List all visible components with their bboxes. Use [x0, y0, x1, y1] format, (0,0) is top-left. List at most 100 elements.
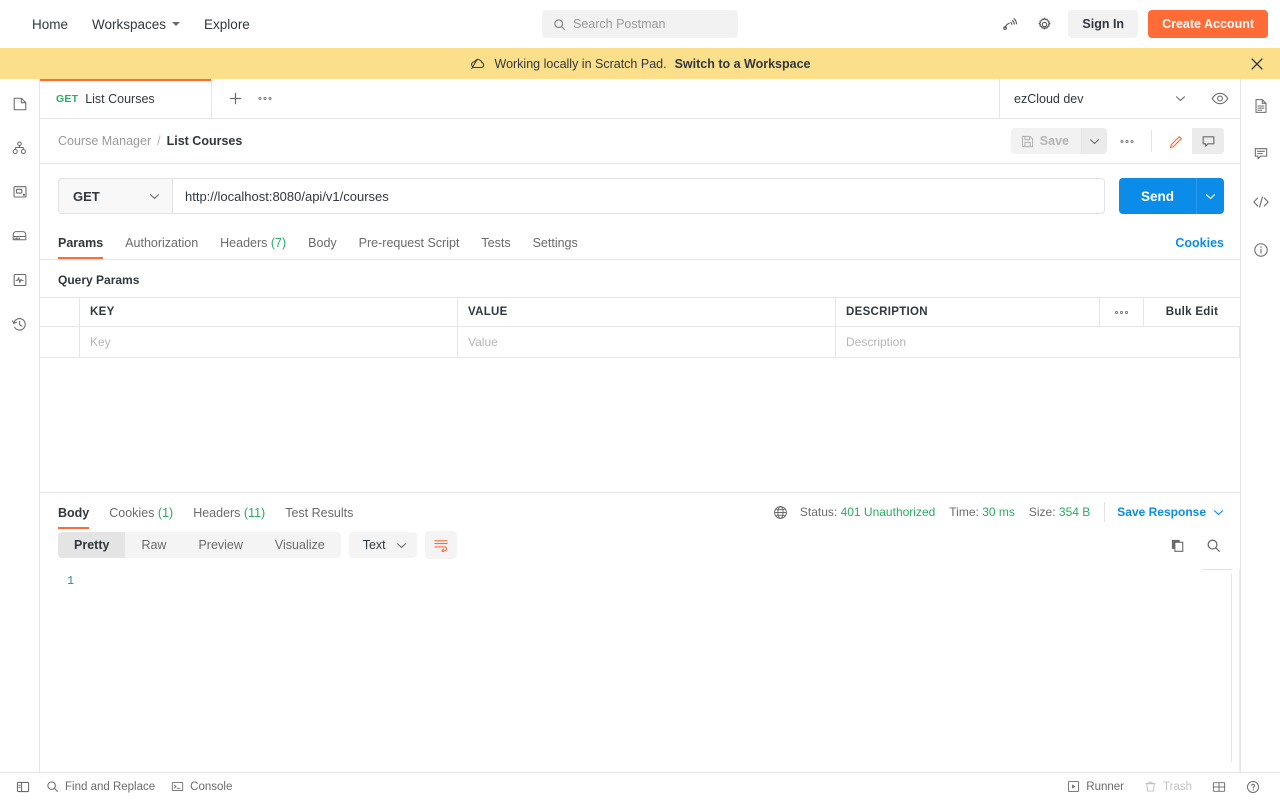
row-checkbox-cell[interactable] — [40, 327, 80, 357]
collections-icon[interactable] — [5, 89, 35, 119]
request-more-options-icon[interactable] — [1111, 127, 1143, 155]
format-visualize-button[interactable]: Visualize — [259, 532, 341, 558]
environment-quick-look-icon[interactable] — [1200, 79, 1240, 118]
format-raw-button[interactable]: Raw — [125, 532, 182, 558]
request-tab-list-courses[interactable]: GET List Courses — [40, 79, 212, 118]
request-url-input[interactable] — [185, 188, 1092, 204]
global-search[interactable] — [542, 10, 738, 38]
response-tab-headers[interactable]: Headers (11) — [193, 496, 265, 529]
chevron-down-icon — [149, 193, 160, 199]
nav-item-explore[interactable]: Explore — [192, 11, 262, 38]
params-more-options-icon[interactable] — [1100, 298, 1144, 326]
bulk-edit-button[interactable]: Bulk Edit — [1144, 298, 1240, 326]
create-account-button[interactable]: Create Account — [1148, 10, 1268, 38]
breadcrumb-row: Course Manager / List Courses Save — [40, 119, 1240, 164]
request-url-field[interactable] — [172, 178, 1105, 214]
comments-icon[interactable] — [1246, 139, 1276, 169]
mock-servers-icon[interactable] — [5, 221, 35, 251]
tab-params[interactable]: Params — [58, 227, 104, 259]
question-mark-icon — [1246, 780, 1260, 794]
send-options-caret[interactable] — [1196, 178, 1224, 214]
invite-icon[interactable] — [996, 10, 1024, 38]
tab-pre-request-script[interactable]: Pre-request Script — [359, 227, 460, 259]
runner-button[interactable]: Runner — [1059, 777, 1132, 796]
nav-item-workspaces[interactable]: Workspaces — [80, 11, 192, 38]
copy-icon[interactable] — [1166, 534, 1188, 556]
chevron-down-icon — [1089, 138, 1100, 144]
line-number-gutter: 1 — [40, 569, 82, 772]
tab-headers-count: (7) — [270, 235, 287, 250]
response-tab-body-label: Body — [58, 505, 90, 520]
row-key-cell[interactable]: Key — [80, 327, 458, 357]
history-icon[interactable] — [5, 309, 35, 339]
tab-params-label: Params — [58, 235, 104, 250]
save-response-button[interactable]: Save Response — [1117, 505, 1224, 519]
nav-item-home[interactable]: Home — [20, 11, 80, 38]
toolbar-divider — [1151, 130, 1152, 152]
console-button[interactable]: Console — [163, 777, 240, 796]
header-key: KEY — [80, 298, 458, 326]
time-label: Time: — [949, 505, 979, 519]
banner-close-icon[interactable] — [1248, 55, 1266, 73]
vertical-scrollbar[interactable] — [1231, 573, 1232, 762]
tab-authorization[interactable]: Authorization — [125, 227, 198, 259]
trash-button[interactable]: Trash — [1136, 777, 1200, 796]
format-preview-button[interactable]: Preview — [182, 532, 258, 558]
search-input[interactable] — [573, 17, 727, 31]
new-tab-plus-icon[interactable] — [220, 79, 250, 118]
tab-headers[interactable]: Headers (7) — [220, 227, 286, 259]
layout-toggle-button[interactable] — [1204, 778, 1234, 796]
code-snippet-icon[interactable] — [1246, 187, 1276, 217]
find-and-replace-button[interactable]: Find and Replace — [38, 777, 163, 796]
toggle-sidebar-button[interactable] — [8, 777, 38, 797]
scrollbar-top-marker — [1202, 569, 1232, 570]
breadcrumb-parent[interactable]: Course Manager — [58, 134, 151, 148]
search-icon[interactable] — [1202, 534, 1224, 556]
response-tab-test-results[interactable]: Test Results — [285, 496, 353, 529]
content-type-selector[interactable]: Text — [348, 532, 417, 558]
banner-text: Working locally in Scratch Pad. — [494, 56, 667, 71]
time-value: 30 ms — [982, 505, 1015, 519]
settings-gear-icon[interactable] — [1030, 10, 1058, 38]
response-tab-headers-label: Headers — [193, 505, 241, 520]
top-nav-links: Home Workspaces Explore — [20, 11, 262, 38]
environments-icon[interactable] — [5, 177, 35, 207]
apis-icon[interactable] — [5, 133, 35, 163]
wrap-lines-icon[interactable] — [424, 531, 457, 559]
response-tab-cookies[interactable]: Cookies (1) — [109, 496, 173, 529]
monitors-icon[interactable] — [5, 265, 35, 295]
response-body-content[interactable] — [82, 569, 1240, 772]
cookies-link[interactable]: Cookies — [1175, 236, 1224, 250]
header-checkbox-cell — [40, 298, 80, 326]
sign-in-button[interactable]: Sign In — [1068, 10, 1139, 38]
nav-item-explore-label: Explore — [204, 16, 250, 32]
view-mode-toggle-group — [1160, 128, 1224, 154]
tab-authorization-label: Authorization — [125, 235, 199, 250]
description-placeholder: Description — [846, 335, 907, 349]
format-pretty-button[interactable]: Pretty — [58, 532, 126, 558]
row-value-cell[interactable]: Value — [458, 327, 836, 357]
comment-mode-icon[interactable] — [1192, 128, 1224, 154]
tab-body[interactable]: Body — [308, 227, 337, 259]
documentation-icon[interactable] — [1246, 91, 1276, 121]
runner-label: Runner — [1086, 780, 1125, 793]
tab-settings[interactable]: Settings — [533, 227, 578, 259]
help-button[interactable] — [1238, 777, 1268, 797]
save-options-caret[interactable] — [1081, 128, 1107, 154]
tab-tests[interactable]: Tests — [481, 227, 510, 259]
tab-options-icon[interactable] — [250, 79, 280, 118]
save-button[interactable]: Save — [1010, 128, 1081, 154]
row-description-cell[interactable]: Description — [836, 327, 1240, 357]
send-button[interactable]: Send — [1118, 178, 1196, 214]
response-tab-body[interactable]: Body — [58, 496, 90, 529]
save-disk-icon — [1021, 135, 1034, 148]
request-url-row: GET Send — [40, 164, 1240, 226]
switch-workspace-link[interactable]: Switch to a Workspace — [675, 57, 811, 71]
environment-selector[interactable]: ezCloud dev — [1000, 79, 1200, 118]
edit-mode-pencil-icon[interactable] — [1160, 128, 1192, 154]
response-body-viewer[interactable]: 1 — [40, 569, 1240, 772]
table-row[interactable]: Key Value Description — [40, 327, 1240, 358]
info-icon[interactable] — [1246, 235, 1276, 265]
globe-icon[interactable] — [773, 505, 788, 520]
http-method-selector[interactable]: GET — [58, 178, 172, 214]
